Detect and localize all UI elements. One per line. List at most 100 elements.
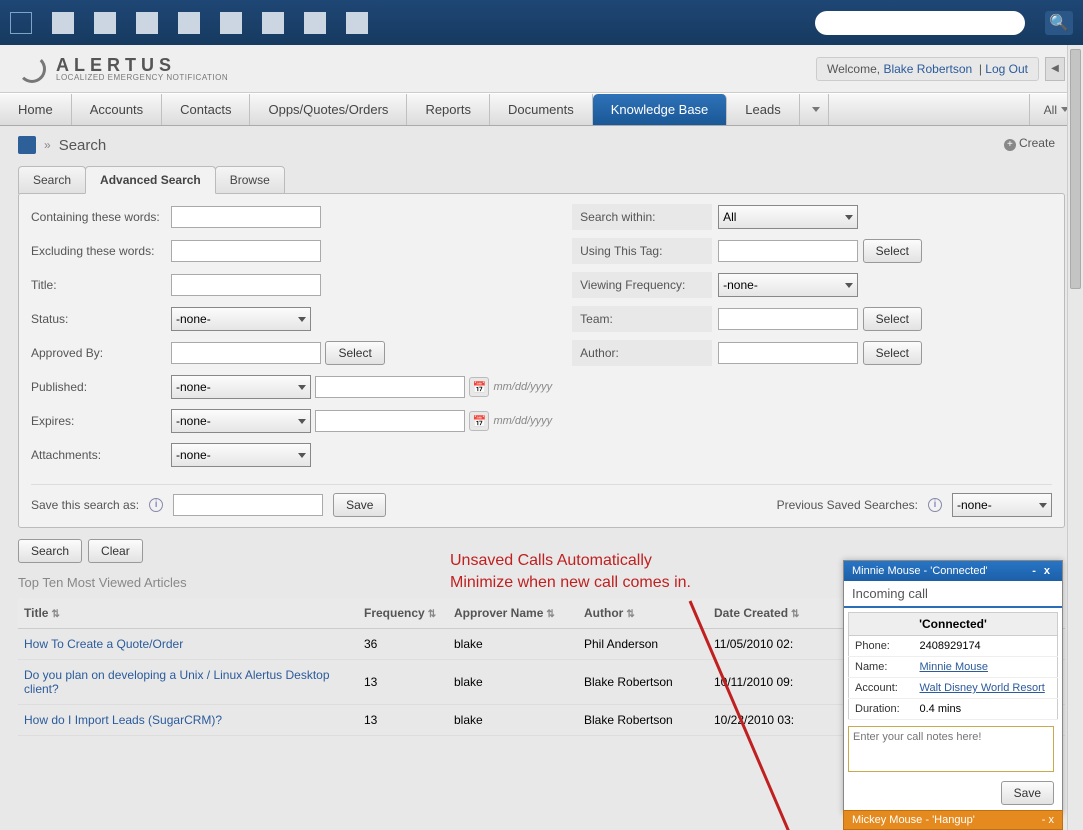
call-notes-input[interactable] xyxy=(848,726,1054,772)
page-title: Search xyxy=(59,137,107,154)
viewing-freq-select[interactable]: -none- xyxy=(718,273,858,297)
global-search-button[interactable]: 🔍 xyxy=(1045,11,1073,35)
coins-icon[interactable] xyxy=(136,12,158,34)
call-subtitle: Incoming call xyxy=(844,581,1062,608)
approved-by-select-button[interactable]: Select xyxy=(325,341,384,365)
previous-searches-label: Previous Saved Searches: xyxy=(777,498,918,512)
excluding-label: Excluding these words: xyxy=(31,244,171,258)
call-name-link[interactable]: Minnie Mouse xyxy=(920,661,988,673)
call-duration-value: 0.4 mins xyxy=(914,699,1058,720)
close-button[interactable]: x xyxy=(1049,814,1055,826)
expires-select[interactable]: -none- xyxy=(171,409,311,433)
top-toolbar: 🔍 xyxy=(0,0,1083,45)
vertical-scrollbar[interactable] xyxy=(1067,45,1083,830)
team-select-button[interactable]: Select xyxy=(863,307,922,331)
id-card-icon[interactable] xyxy=(94,12,116,34)
minimize-button[interactable]: - xyxy=(1042,814,1049,826)
username-link[interactable]: Blake Robertson xyxy=(883,62,972,76)
excluding-input[interactable] xyxy=(171,240,321,262)
notes-icon[interactable] xyxy=(304,12,326,34)
attachments-label: Attachments: xyxy=(31,448,171,462)
sort-icon: ⇅ xyxy=(51,609,59,620)
main-nav: Home Accounts Contacts Opps/Quotes/Order… xyxy=(0,93,1083,126)
logo-text: ALERTUS LOCALIZED EMERGENCY NOTIFICATION xyxy=(56,55,228,82)
expires-date-input[interactable] xyxy=(315,410,465,432)
call-popup-header[interactable]: Minnie Mouse - 'Connected' - x xyxy=(844,561,1062,581)
save-as-label: Save this search as: xyxy=(31,498,139,512)
nav-opps[interactable]: Opps/Quotes/Orders xyxy=(250,94,407,125)
previous-searches-select[interactable]: -none- xyxy=(952,493,1052,517)
nav-more[interactable] xyxy=(800,94,829,125)
team-input[interactable] xyxy=(718,308,858,330)
search-within-label: Search within: xyxy=(572,204,712,230)
containing-label: Containing these words: xyxy=(31,210,171,224)
approved-by-input[interactable] xyxy=(171,342,321,364)
nav-reports[interactable]: Reports xyxy=(407,94,490,125)
phone-icon[interactable] xyxy=(346,12,368,34)
call-account-link[interactable]: Walt Disney World Resort xyxy=(920,682,1045,694)
status-select[interactable]: -none- xyxy=(171,307,311,331)
call-save-button[interactable]: Save xyxy=(1001,781,1054,805)
expires-label: Expires: xyxy=(31,414,171,428)
using-tag-input[interactable] xyxy=(718,240,858,262)
logo-bar: ALERTUS LOCALIZED EMERGENCY NOTIFICATION… xyxy=(0,45,1083,93)
article-link[interactable]: How To Create a Quote/Order xyxy=(24,637,183,651)
search-within-select[interactable]: All xyxy=(718,205,858,229)
collapse-panel-button[interactable]: ◀ xyxy=(1045,57,1065,81)
addressbook-icon[interactable] xyxy=(262,12,284,34)
minimized-call-bar[interactable]: Mickey Mouse - 'Hangup' - x xyxy=(843,810,1063,830)
nav-leads[interactable]: Leads xyxy=(727,94,799,125)
title-input[interactable] xyxy=(171,274,321,296)
calendar-icon[interactable]: 📅 xyxy=(469,377,489,397)
building-icon[interactable] xyxy=(52,12,74,34)
save-as-input[interactable] xyxy=(173,494,323,516)
create-link[interactable]: +Create xyxy=(1004,136,1055,151)
annotation-text: Unsaved Calls Automatically Minimize whe… xyxy=(450,550,691,594)
dollar-icon[interactable] xyxy=(178,12,200,34)
attachments-select[interactable]: -none- xyxy=(171,443,311,467)
envelope-icon[interactable] xyxy=(220,12,242,34)
tag-select-button[interactable]: Select xyxy=(863,239,922,263)
using-tag-label: Using This Tag: xyxy=(572,238,712,264)
col-frequency[interactable]: Frequency⇅ xyxy=(358,598,448,629)
call-popup: Minnie Mouse - 'Connected' - x Incoming … xyxy=(843,560,1063,814)
logout-link[interactable]: Log Out xyxy=(985,62,1028,76)
minimize-button[interactable]: - xyxy=(1028,565,1040,577)
annotation-arrow-icon xyxy=(685,596,845,830)
breadcrumb-arrow-icon: » xyxy=(44,138,51,152)
col-title[interactable]: Title⇅ xyxy=(18,598,358,629)
nav-home[interactable]: Home xyxy=(0,94,72,125)
breadcrumb: » Search xyxy=(18,136,1065,154)
clear-button[interactable]: Clear xyxy=(88,539,143,563)
cube-icon[interactable] xyxy=(10,12,32,34)
published-select[interactable]: -none- xyxy=(171,375,311,399)
calendar-icon[interactable]: 📅 xyxy=(469,411,489,431)
nav-documents[interactable]: Documents xyxy=(490,94,593,125)
close-button[interactable]: x xyxy=(1040,565,1054,577)
global-search-input[interactable] xyxy=(815,11,1025,35)
nav-accounts[interactable]: Accounts xyxy=(72,94,162,125)
article-link[interactable]: Do you plan on developing a Unix / Linux… xyxy=(24,668,330,696)
nav-knowledge-base[interactable]: Knowledge Base xyxy=(593,94,728,125)
author-input[interactable] xyxy=(718,342,858,364)
sort-icon: ⇅ xyxy=(428,609,436,620)
scrollbar-thumb[interactable] xyxy=(1070,49,1081,289)
author-label: Author: xyxy=(572,340,712,366)
info-icon[interactable]: i xyxy=(149,498,163,512)
author-select-button[interactable]: Select xyxy=(863,341,922,365)
search-button[interactable]: Search xyxy=(18,539,82,563)
containing-input[interactable] xyxy=(171,206,321,228)
info-icon[interactable]: i xyxy=(928,498,942,512)
article-link[interactable]: How do I Import Leads (SugarCRM)? xyxy=(24,713,222,727)
save-search-button[interactable]: Save xyxy=(333,493,386,517)
call-details-table: 'Connected' Phone:2408929174 Name:Minnie… xyxy=(848,612,1058,720)
col-approver[interactable]: Approver Name⇅ xyxy=(448,598,578,629)
search-subtabs: Search Advanced Search Browse xyxy=(18,166,1065,194)
subtab-search[interactable]: Search xyxy=(18,166,86,194)
nav-contacts[interactable]: Contacts xyxy=(162,94,250,125)
subtab-advanced-search[interactable]: Advanced Search xyxy=(85,166,216,194)
published-date-input[interactable] xyxy=(315,376,465,398)
sort-icon: ⇅ xyxy=(626,609,634,620)
subtab-browse[interactable]: Browse xyxy=(215,166,285,194)
date-hint: mm/dd/yyyy xyxy=(493,415,552,427)
